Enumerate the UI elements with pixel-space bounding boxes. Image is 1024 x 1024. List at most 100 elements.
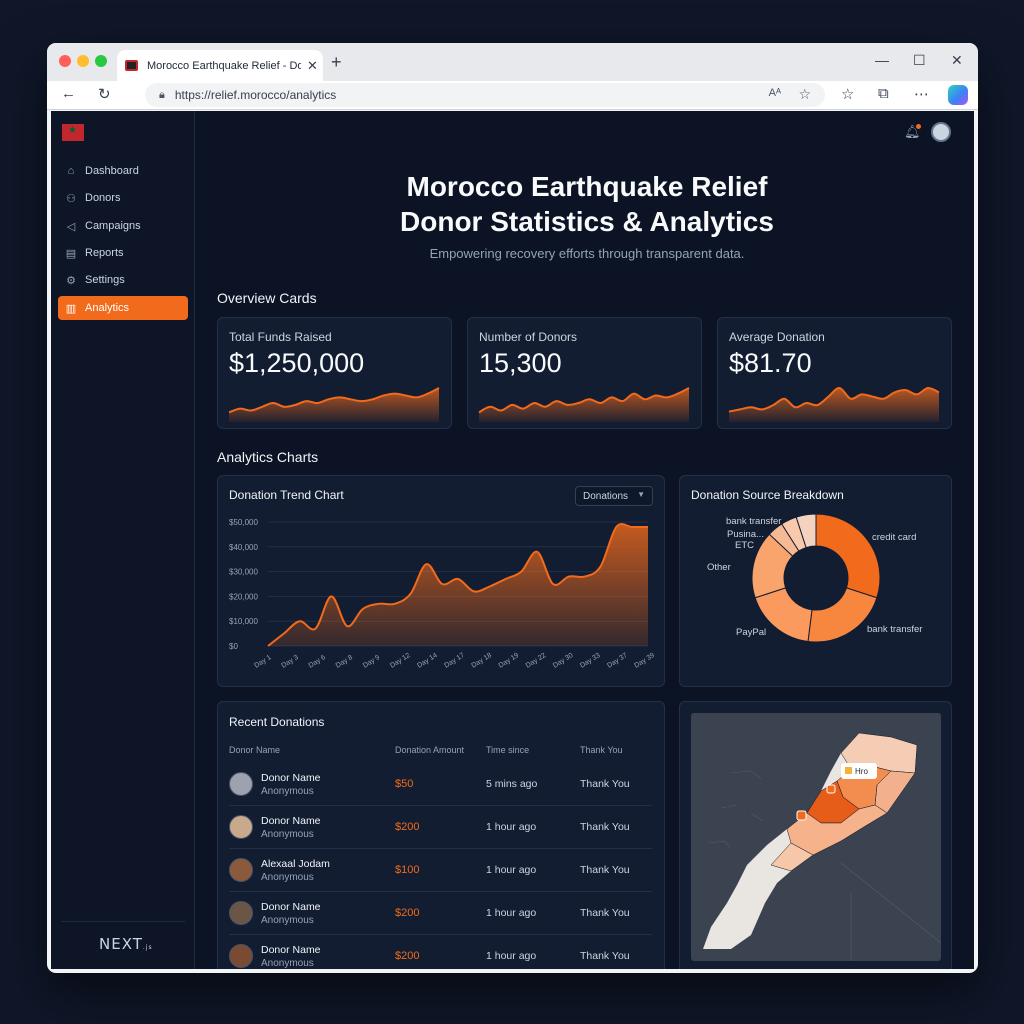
back-icon[interactable]: ← [61, 85, 76, 102]
y-tick-label: $0 [229, 642, 238, 651]
table-row[interactable]: Donor Name Anonymous $50 5 mins ago Than… [229, 763, 652, 806]
sidebar-item-reports[interactable]: ▤ Reports [58, 241, 188, 265]
sidebar-item-settings[interactable]: ⚙ Settings [58, 268, 188, 292]
tab-title: Morocco Earthquake Relief - Don [147, 59, 301, 72]
address-bar[interactable]: 🔒︎ https://relief.morocco/analytics Aᴬ ☆ [145, 83, 825, 107]
copilot-icon[interactable] [948, 85, 968, 105]
stat-label: Average Donation [729, 330, 825, 344]
sidebar-item-label: Donors [85, 192, 121, 204]
x-tick-label: Day 33 [579, 652, 602, 670]
close-tab-icon[interactable]: ✕ [307, 58, 318, 74]
stat-value: $1,250,000 [229, 348, 365, 378]
nextjs-logo: NEXT.js [99, 935, 153, 953]
app-viewport: ⌂ Dashboard ⚇ Donors ◁ Campaigns ▤ Repor… [51, 111, 974, 969]
metric-dropdown[interactable]: Donations ▼ [575, 486, 653, 506]
donation-source-card: Donation Source Breakdown credit card ban… [679, 475, 952, 687]
sparkline-area [229, 388, 439, 422]
donation-amount: $50 [395, 778, 414, 790]
slice-label: PayPal [736, 627, 766, 638]
recent-donations-title: Recent Donations [229, 715, 325, 729]
donation-map-card: Hro [679, 701, 952, 969]
minimize-icon[interactable]: — [875, 52, 889, 68]
thank-you-link[interactable]: Thank You [580, 821, 630, 833]
new-tab-icon[interactable]: + [331, 52, 342, 73]
morocco-map[interactable]: Hro [691, 713, 941, 961]
y-tick-label: $30,000 [229, 568, 258, 577]
thank-you-link[interactable]: Thank You [580, 778, 630, 790]
sparkline-total-funds [228, 387, 440, 422]
collections-icon[interactable]: ⧉ [878, 85, 889, 102]
x-tick-label: Day 19 [498, 652, 521, 670]
donor-name: Alexaal Jodam [261, 858, 330, 870]
avatar [229, 772, 253, 796]
thank-you-link[interactable]: Thank You [580, 950, 630, 962]
column-header-amount: Donation Amount [395, 745, 465, 755]
donation-amount: $200 [395, 821, 420, 833]
donor-subtitle: Anonymous [261, 915, 314, 926]
donor-name: Donor Name [261, 944, 321, 956]
x-tick-label: Day 8 [335, 654, 354, 670]
donation-time: 1 hour ago [486, 907, 537, 919]
sidebar-item-dashboard[interactable]: ⌂ Dashboard [58, 159, 188, 183]
dropdown-value: Donations [583, 490, 629, 502]
x-tick-label: Day 18 [470, 652, 493, 670]
table-row[interactable]: Donor Name Anonymous $200 1 hour ago Tha… [229, 935, 652, 969]
sidebar: ⌂ Dashboard ⚇ Donors ◁ Campaigns ▤ Repor… [51, 111, 195, 969]
y-tick-label: $50,000 [229, 518, 258, 527]
x-tick-label: Day 39 [633, 652, 656, 670]
table-row[interactable]: Donor Name Anonymous $200 1 hour ago Tha… [229, 806, 652, 849]
sidebar-item-analytics[interactable]: ▥ Analytics [58, 296, 188, 320]
donation-time: 1 hour ago [486, 864, 537, 876]
donation-amount: $200 [395, 907, 420, 919]
stat-label: Total Funds Raised [229, 330, 332, 344]
analytics-heading: Analytics Charts [217, 449, 319, 465]
map-marker [796, 810, 807, 821]
reload-icon[interactable]: ↻ [98, 85, 111, 103]
favorites-icon[interactable]: ☆ [841, 85, 854, 103]
table-row[interactable]: Alexaal Jodam Anonymous $100 1 hour ago … [229, 849, 652, 892]
trend-area [268, 524, 648, 646]
sidebar-item-campaigns[interactable]: ◁ Campaigns [58, 214, 188, 238]
thank-you-link[interactable]: Thank You [580, 864, 630, 876]
notification-dot [916, 124, 921, 129]
morocco-flag-icon [62, 124, 84, 141]
browser-toolbar: ← ↻ 🔒︎ https://relief.morocco/analytics … [47, 81, 978, 110]
avatar [229, 815, 253, 839]
sidebar-item-donors[interactable]: ⚇ Donors [58, 186, 188, 210]
maximize-window-dot[interactable] [95, 55, 107, 67]
donation-amount: $100 [395, 864, 420, 876]
minimize-window-dot[interactable] [77, 55, 89, 67]
close-icon[interactable]: ✕ [951, 52, 963, 69]
slice-label: bank transfer [726, 516, 781, 527]
url-text: https://relief.morocco/analytics [174, 88, 337, 102]
more-icon[interactable]: ⋯ [914, 85, 929, 103]
read-aloud-icon[interactable]: Aᴬ [769, 87, 781, 99]
user-avatar[interactable] [931, 122, 951, 142]
donation-amount: $200 [395, 950, 420, 962]
page-subtitle: Empowering recovery efforts through tran… [429, 246, 745, 261]
donut-slice [815, 513, 881, 599]
x-tick-label: Day 9 [362, 654, 381, 670]
column-header-thanks: Thank You [580, 745, 623, 755]
favorite-star-icon[interactable]: ☆ [798, 86, 811, 103]
close-window-dot[interactable] [59, 55, 71, 67]
thank-you-link[interactable]: Thank You [580, 907, 630, 919]
stat-card-donors: Number of Donors 15,300 [467, 317, 702, 429]
slice-label: Other [707, 562, 731, 573]
x-tick-label: Day 37 [606, 652, 629, 670]
slice-label: bank transfer [867, 624, 922, 635]
donation-trend-chart: $0 $10,000 $20,000 $30,000 $40,000 $50,000 Day… [229, 518, 656, 670]
sparkline-average [728, 386, 940, 422]
restore-icon[interactable]: ☐ [913, 52, 926, 69]
logo-text: NEXT [99, 935, 143, 953]
browser-tab[interactable]: Morocco Earthquake Relief - Don ✕ [117, 50, 323, 81]
stat-value: $81.70 [729, 348, 812, 378]
x-tick-label: Day 12 [389, 652, 412, 670]
page-title-line2: Donor Statistics & Analytics [400, 206, 774, 237]
donor-subtitle: Anonymous [261, 872, 314, 883]
donor-name: Donor Name [261, 772, 321, 784]
table-row[interactable]: Donor Name Anonymous $200 1 hour ago Tha… [229, 892, 652, 935]
map-tooltip-label: Hro [855, 767, 868, 776]
browser-window: Morocco Earthquake Relief - Don ✕ + — ☐ … [47, 43, 978, 973]
chevron-down-icon: ▼ [637, 490, 645, 499]
